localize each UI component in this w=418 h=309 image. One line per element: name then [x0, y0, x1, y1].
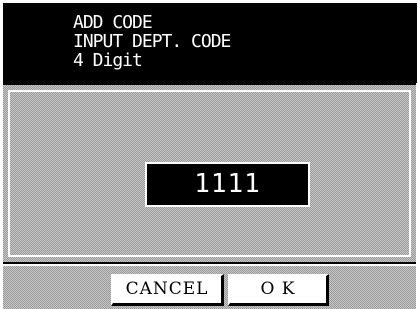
header-title: ADD CODE [73, 12, 153, 33]
button-bar: CANCEL O K [3, 266, 416, 309]
input-panel-frame: 1111 [8, 90, 411, 257]
input-panel: 1111 [3, 83, 416, 264]
ok-button[interactable]: O K [228, 274, 329, 306]
cancel-button[interactable]: CANCEL [111, 274, 224, 306]
fax-dialog: ADD CODE INPUT DEPT. CODE 4 Digit 1111 C… [0, 0, 418, 309]
header-instruction: INPUT DEPT. CODE [73, 31, 231, 52]
dept-code-field[interactable]: 1111 [145, 162, 310, 207]
header-digit-hint: 4 Digit [73, 50, 143, 71]
dialog-header: ADD CODE INPUT DEPT. CODE 4 Digit [3, 3, 417, 83]
